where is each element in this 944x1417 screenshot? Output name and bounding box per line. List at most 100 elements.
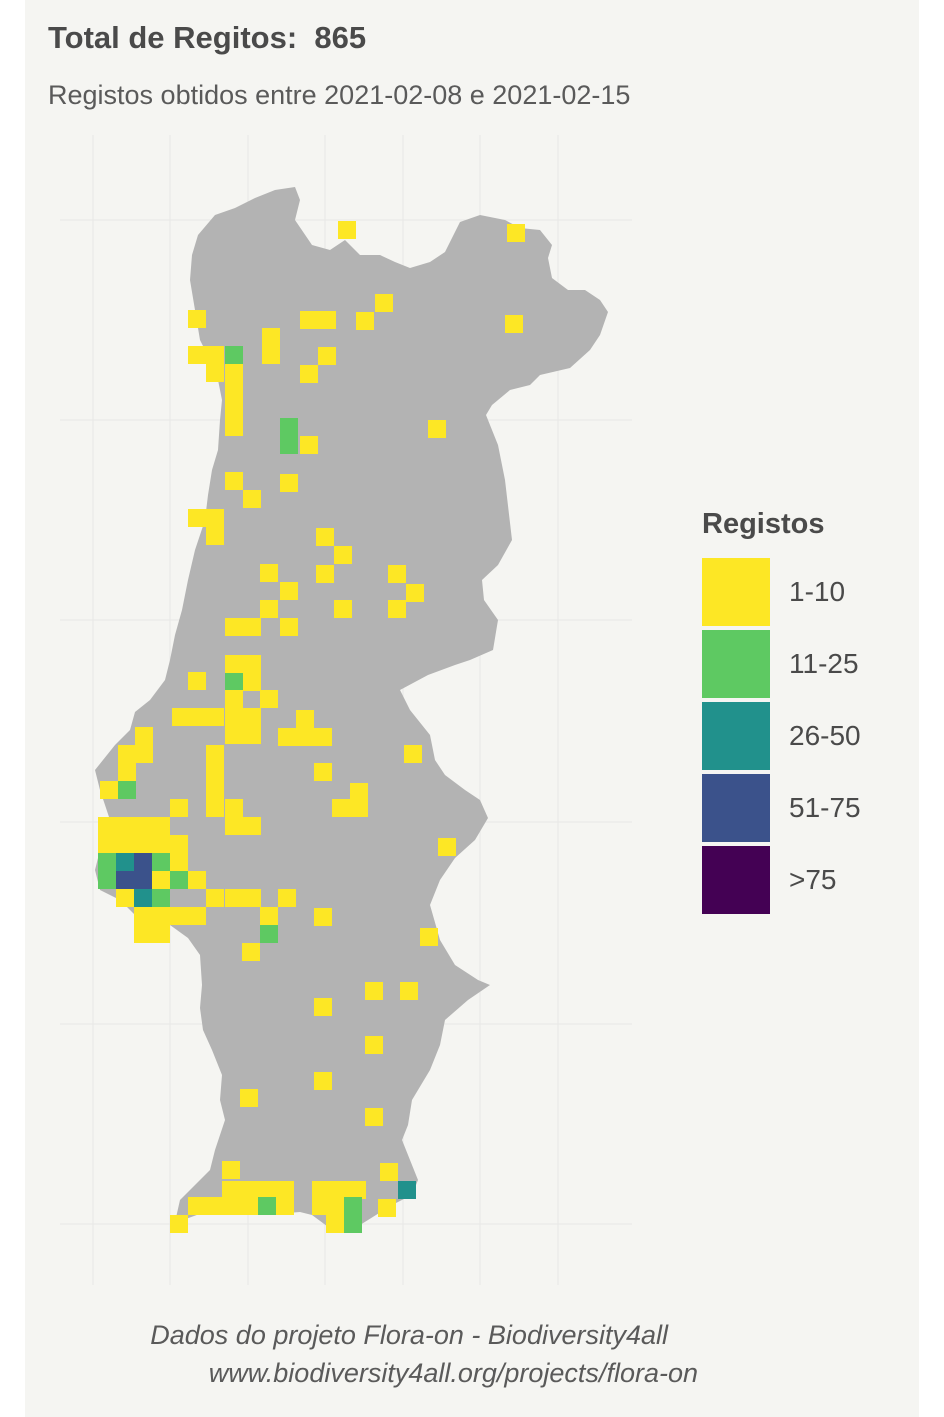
record-cell xyxy=(116,817,134,835)
legend-item: >75 xyxy=(702,846,902,914)
record-cell xyxy=(280,618,298,636)
record-cell xyxy=(206,1197,224,1215)
record-cell xyxy=(134,889,152,907)
record-cell xyxy=(278,728,296,746)
legend-swatch xyxy=(702,702,770,770)
record-cell xyxy=(152,925,170,943)
record-cell xyxy=(134,871,152,889)
record-cell xyxy=(100,781,118,799)
record-cell xyxy=(300,365,318,383)
record-cell xyxy=(225,799,243,817)
record-cell xyxy=(332,799,350,817)
record-cell xyxy=(118,745,136,763)
record-cell xyxy=(243,889,261,907)
record-cell xyxy=(134,907,152,925)
record-cell xyxy=(240,1181,258,1199)
record-cell xyxy=(98,817,116,835)
record-cell xyxy=(278,889,296,907)
legend-swatch xyxy=(702,846,770,914)
record-cell xyxy=(222,1197,240,1215)
record-cell xyxy=(116,889,134,907)
record-cell xyxy=(152,853,170,871)
record-cell xyxy=(190,708,208,726)
legend-label: 26-50 xyxy=(789,720,861,751)
record-cell xyxy=(170,835,188,853)
record-cell xyxy=(312,1197,330,1215)
record-cell xyxy=(243,655,261,673)
record-cell xyxy=(152,907,170,925)
record-cell xyxy=(280,582,298,600)
record-cell xyxy=(348,1181,366,1199)
record-cell xyxy=(225,817,243,835)
record-cell xyxy=(438,838,456,856)
record-cell xyxy=(188,346,206,364)
record-cell xyxy=(170,1215,188,1233)
record-cell xyxy=(206,745,224,763)
record-cell xyxy=(400,982,418,1000)
record-cell xyxy=(206,346,224,364)
record-cell xyxy=(188,672,206,690)
record-cell xyxy=(398,1181,416,1199)
record-cell xyxy=(225,708,243,726)
record-cell xyxy=(225,346,243,364)
record-cell xyxy=(260,925,278,943)
record-cell xyxy=(225,382,243,400)
record-cell xyxy=(243,490,261,508)
record-cell xyxy=(170,907,188,925)
record-cell xyxy=(116,835,134,853)
record-cell xyxy=(118,763,136,781)
record-cell xyxy=(243,726,261,744)
record-cell xyxy=(296,710,314,728)
legend-item: 26-50 xyxy=(702,702,902,770)
legend-label: >75 xyxy=(789,864,837,895)
record-cell xyxy=(152,817,170,835)
record-cell xyxy=(318,311,336,329)
record-cell xyxy=(350,783,368,801)
record-cell xyxy=(280,474,298,492)
record-cell xyxy=(318,347,336,365)
record-cell xyxy=(388,565,406,583)
record-cell xyxy=(188,1197,206,1215)
record-cell xyxy=(314,728,332,746)
record-cell xyxy=(505,315,523,333)
record-cell xyxy=(338,221,356,239)
record-cell xyxy=(98,871,116,889)
record-cell xyxy=(225,364,243,382)
record-cell xyxy=(116,853,134,871)
record-cell xyxy=(326,1215,344,1233)
legend-item: 11-25 xyxy=(702,630,902,698)
record-cell xyxy=(98,835,116,853)
record-cell xyxy=(134,853,152,871)
legend-label: 51-75 xyxy=(789,792,861,823)
record-cell xyxy=(152,835,170,853)
record-cell xyxy=(206,781,224,799)
record-cell xyxy=(258,1197,276,1215)
record-cell xyxy=(276,1197,294,1215)
record-cell xyxy=(188,310,206,328)
record-cell xyxy=(260,600,278,618)
record-cell xyxy=(507,224,525,242)
record-cell xyxy=(365,982,383,1000)
record-cell xyxy=(334,600,352,618)
record-cell xyxy=(388,600,406,618)
record-cell xyxy=(380,1163,398,1181)
legend-swatch xyxy=(702,630,770,698)
record-cell xyxy=(222,1161,240,1179)
record-cell xyxy=(206,527,224,545)
record-cell xyxy=(116,871,134,889)
record-cell xyxy=(262,328,280,346)
legend-item: 1-10 xyxy=(702,558,902,626)
record-cell xyxy=(135,727,153,745)
record-cell xyxy=(406,584,424,602)
record-cell xyxy=(260,690,278,708)
record-cell xyxy=(134,835,152,853)
record-cell xyxy=(344,1215,362,1233)
legend-label: 11-25 xyxy=(789,648,859,679)
record-cell xyxy=(314,1072,332,1090)
record-cell xyxy=(243,708,261,726)
record-cell xyxy=(365,1108,383,1126)
legend-title: Registos xyxy=(702,508,825,540)
record-cell xyxy=(134,925,152,943)
record-cell xyxy=(152,889,170,907)
record-cell xyxy=(225,618,243,636)
